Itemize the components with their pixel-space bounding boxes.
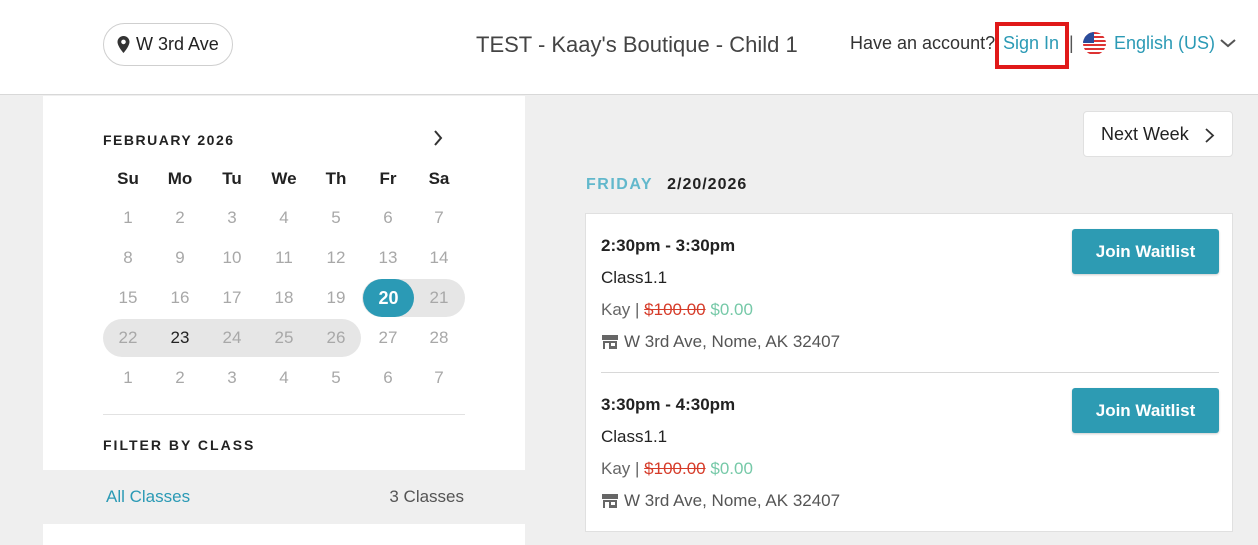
calendar-day[interactable]: 4 — [264, 203, 304, 233]
calendar-day[interactable]: 13 — [368, 243, 408, 273]
calendar-day[interactable]: 12 — [316, 243, 356, 273]
weekday-we: We — [271, 169, 297, 188]
day-date: 2/20/2026 — [667, 176, 748, 193]
calendar-day[interactable]: 6 — [368, 363, 408, 393]
session-location: W 3rd Ave, Nome, AK 32407 — [601, 491, 840, 511]
calendar-day[interactable]: 4 — [264, 363, 304, 393]
calendar-day[interactable]: 23 — [160, 323, 200, 353]
chevron-down-icon[interactable] — [1219, 36, 1237, 50]
session-old-price: $100.00 — [644, 300, 706, 319]
calendar-day[interactable]: 21 — [419, 283, 459, 313]
calendar-day[interactable]: 10 — [212, 243, 252, 273]
weekday-tu: Tu — [222, 169, 242, 188]
calendar-day[interactable]: 15 — [108, 283, 148, 313]
next-week-label: Next Week — [1101, 123, 1189, 144]
header-separator: | — [1069, 33, 1074, 53]
session-location: W 3rd Ave, Nome, AK 32407 — [601, 332, 840, 352]
calendar-day[interactable]: 18 — [264, 283, 304, 313]
next-month-chevron-icon[interactable] — [430, 128, 446, 148]
weekday-fr: Fr — [379, 169, 397, 188]
calendar-day[interactable]: 2 — [160, 203, 200, 233]
day-name: FRIDAY — [586, 176, 654, 193]
session-price: Kay | $100.00 $0.00 — [601, 459, 753, 479]
calendar-day[interactable]: 14 — [419, 243, 459, 273]
calendar-day[interactable]: 7 — [419, 363, 459, 393]
language-selector[interactable]: English (US) — [1114, 33, 1215, 54]
session-time: 2:30pm - 3:30pm — [601, 236, 736, 255]
calendar-day[interactable]: 2 — [160, 363, 200, 393]
us-flag-icon — [1083, 32, 1106, 55]
next-week-button[interactable]: Next Week — [1083, 111, 1233, 157]
calendar-day[interactable]: 17 — [212, 283, 252, 313]
storefront-icon — [602, 335, 618, 349]
calendar-day[interactable]: 6 — [368, 203, 408, 233]
weekday-su: Su — [117, 169, 139, 188]
session-class-name: Class1.1 — [601, 427, 668, 446]
calendar-day[interactable]: 24 — [212, 323, 252, 353]
month-title: FEBRUARY 2026 — [103, 132, 235, 148]
sidebar: FEBRUARY 2026 Su Mo Tu We Th Fr Sa 12345… — [43, 96, 525, 545]
calendar-day[interactable]: 5 — [316, 363, 356, 393]
session-location-text: W 3rd Ave, Nome, AK 32407 — [624, 332, 841, 351]
weekday-mo: Mo — [167, 169, 193, 188]
session-time: 3:30pm - 4:30pm — [601, 395, 736, 414]
storefront-icon — [602, 494, 618, 508]
sign-in-link[interactable]: Sign In — [1003, 33, 1059, 54]
calendar-day[interactable]: 8 — [108, 243, 148, 273]
price-separator: | — [630, 459, 645, 478]
calendar-day[interactable]: 19 — [316, 283, 356, 313]
session-old-price: $100.00 — [644, 459, 706, 478]
session-new-price: $0.00 — [710, 300, 753, 319]
session-item: 3:30pm - 4:30pm Class1.1 Kay | $100.00 $… — [586, 373, 1234, 533]
sessions-card: 2:30pm - 3:30pm Class1.1 Kay | $100.00 $… — [585, 213, 1233, 532]
calendar-day[interactable]: 7 — [419, 203, 459, 233]
calendar-day[interactable]: 1 — [108, 363, 148, 393]
chevron-right-icon — [1205, 128, 1215, 143]
session-price: Kay | $100.00 $0.00 — [601, 300, 753, 320]
join-waitlist-button[interactable]: Join Waitlist — [1072, 388, 1219, 433]
calendar-day[interactable]: 5 — [316, 203, 356, 233]
session-new-price: $0.00 — [710, 459, 753, 478]
calendar-day[interactable]: 22 — [108, 323, 148, 353]
filter-item-name: All Classes — [106, 487, 191, 506]
calendar-day[interactable]: 25 — [264, 323, 304, 353]
session-class-name: Class1.1 — [601, 268, 668, 287]
calendar-day[interactable]: 27 — [368, 323, 408, 353]
join-waitlist-button[interactable]: Join Waitlist — [1072, 229, 1219, 274]
price-separator: | — [630, 300, 645, 319]
session-location-text: W 3rd Ave, Nome, AK 32407 — [624, 491, 841, 510]
calendar-day[interactable]: 9 — [160, 243, 200, 273]
weekday-sa: Sa — [428, 169, 450, 188]
calendar-day[interactable]: 16 — [160, 283, 200, 313]
location-selector[interactable]: W 3rd Ave — [103, 23, 233, 66]
day-heading: FRIDAY 2/20/2026 — [586, 176, 747, 194]
sidebar-divider — [103, 414, 465, 415]
calendar-day[interactable]: 11 — [264, 243, 304, 273]
top-header: W 3rd Ave TEST - Kaay's Boutique - Child… — [0, 0, 1258, 95]
filter-item-all-classes[interactable]: All Classes 3 Classes — [43, 470, 525, 524]
calendar-day-selected[interactable]: 20 — [363, 279, 414, 317]
session-item: 2:30pm - 3:30pm Class1.1 Kay | $100.00 $… — [586, 214, 1234, 374]
calendar-day[interactable]: 3 — [212, 203, 252, 233]
studio-title: TEST - Kaay's Boutique - Child 1 — [476, 32, 798, 57]
filter-title: FILTER BY CLASS — [103, 437, 256, 453]
calendar-day[interactable]: 3 — [212, 363, 252, 393]
session-instructor: Kay — [601, 459, 631, 478]
calendar-day[interactable]: 26 — [316, 323, 356, 353]
account-prompt: Have an account? — [850, 33, 996, 53]
calendar-day[interactable]: 28 — [419, 323, 459, 353]
weekday-th: Th — [325, 169, 347, 188]
session-instructor: Kay — [601, 300, 631, 319]
map-pin-icon — [117, 36, 130, 53]
location-label: W 3rd Ave — [136, 34, 219, 54]
filter-item-count: 3 Classes — [389, 487, 464, 506]
calendar-day[interactable]: 1 — [108, 203, 148, 233]
